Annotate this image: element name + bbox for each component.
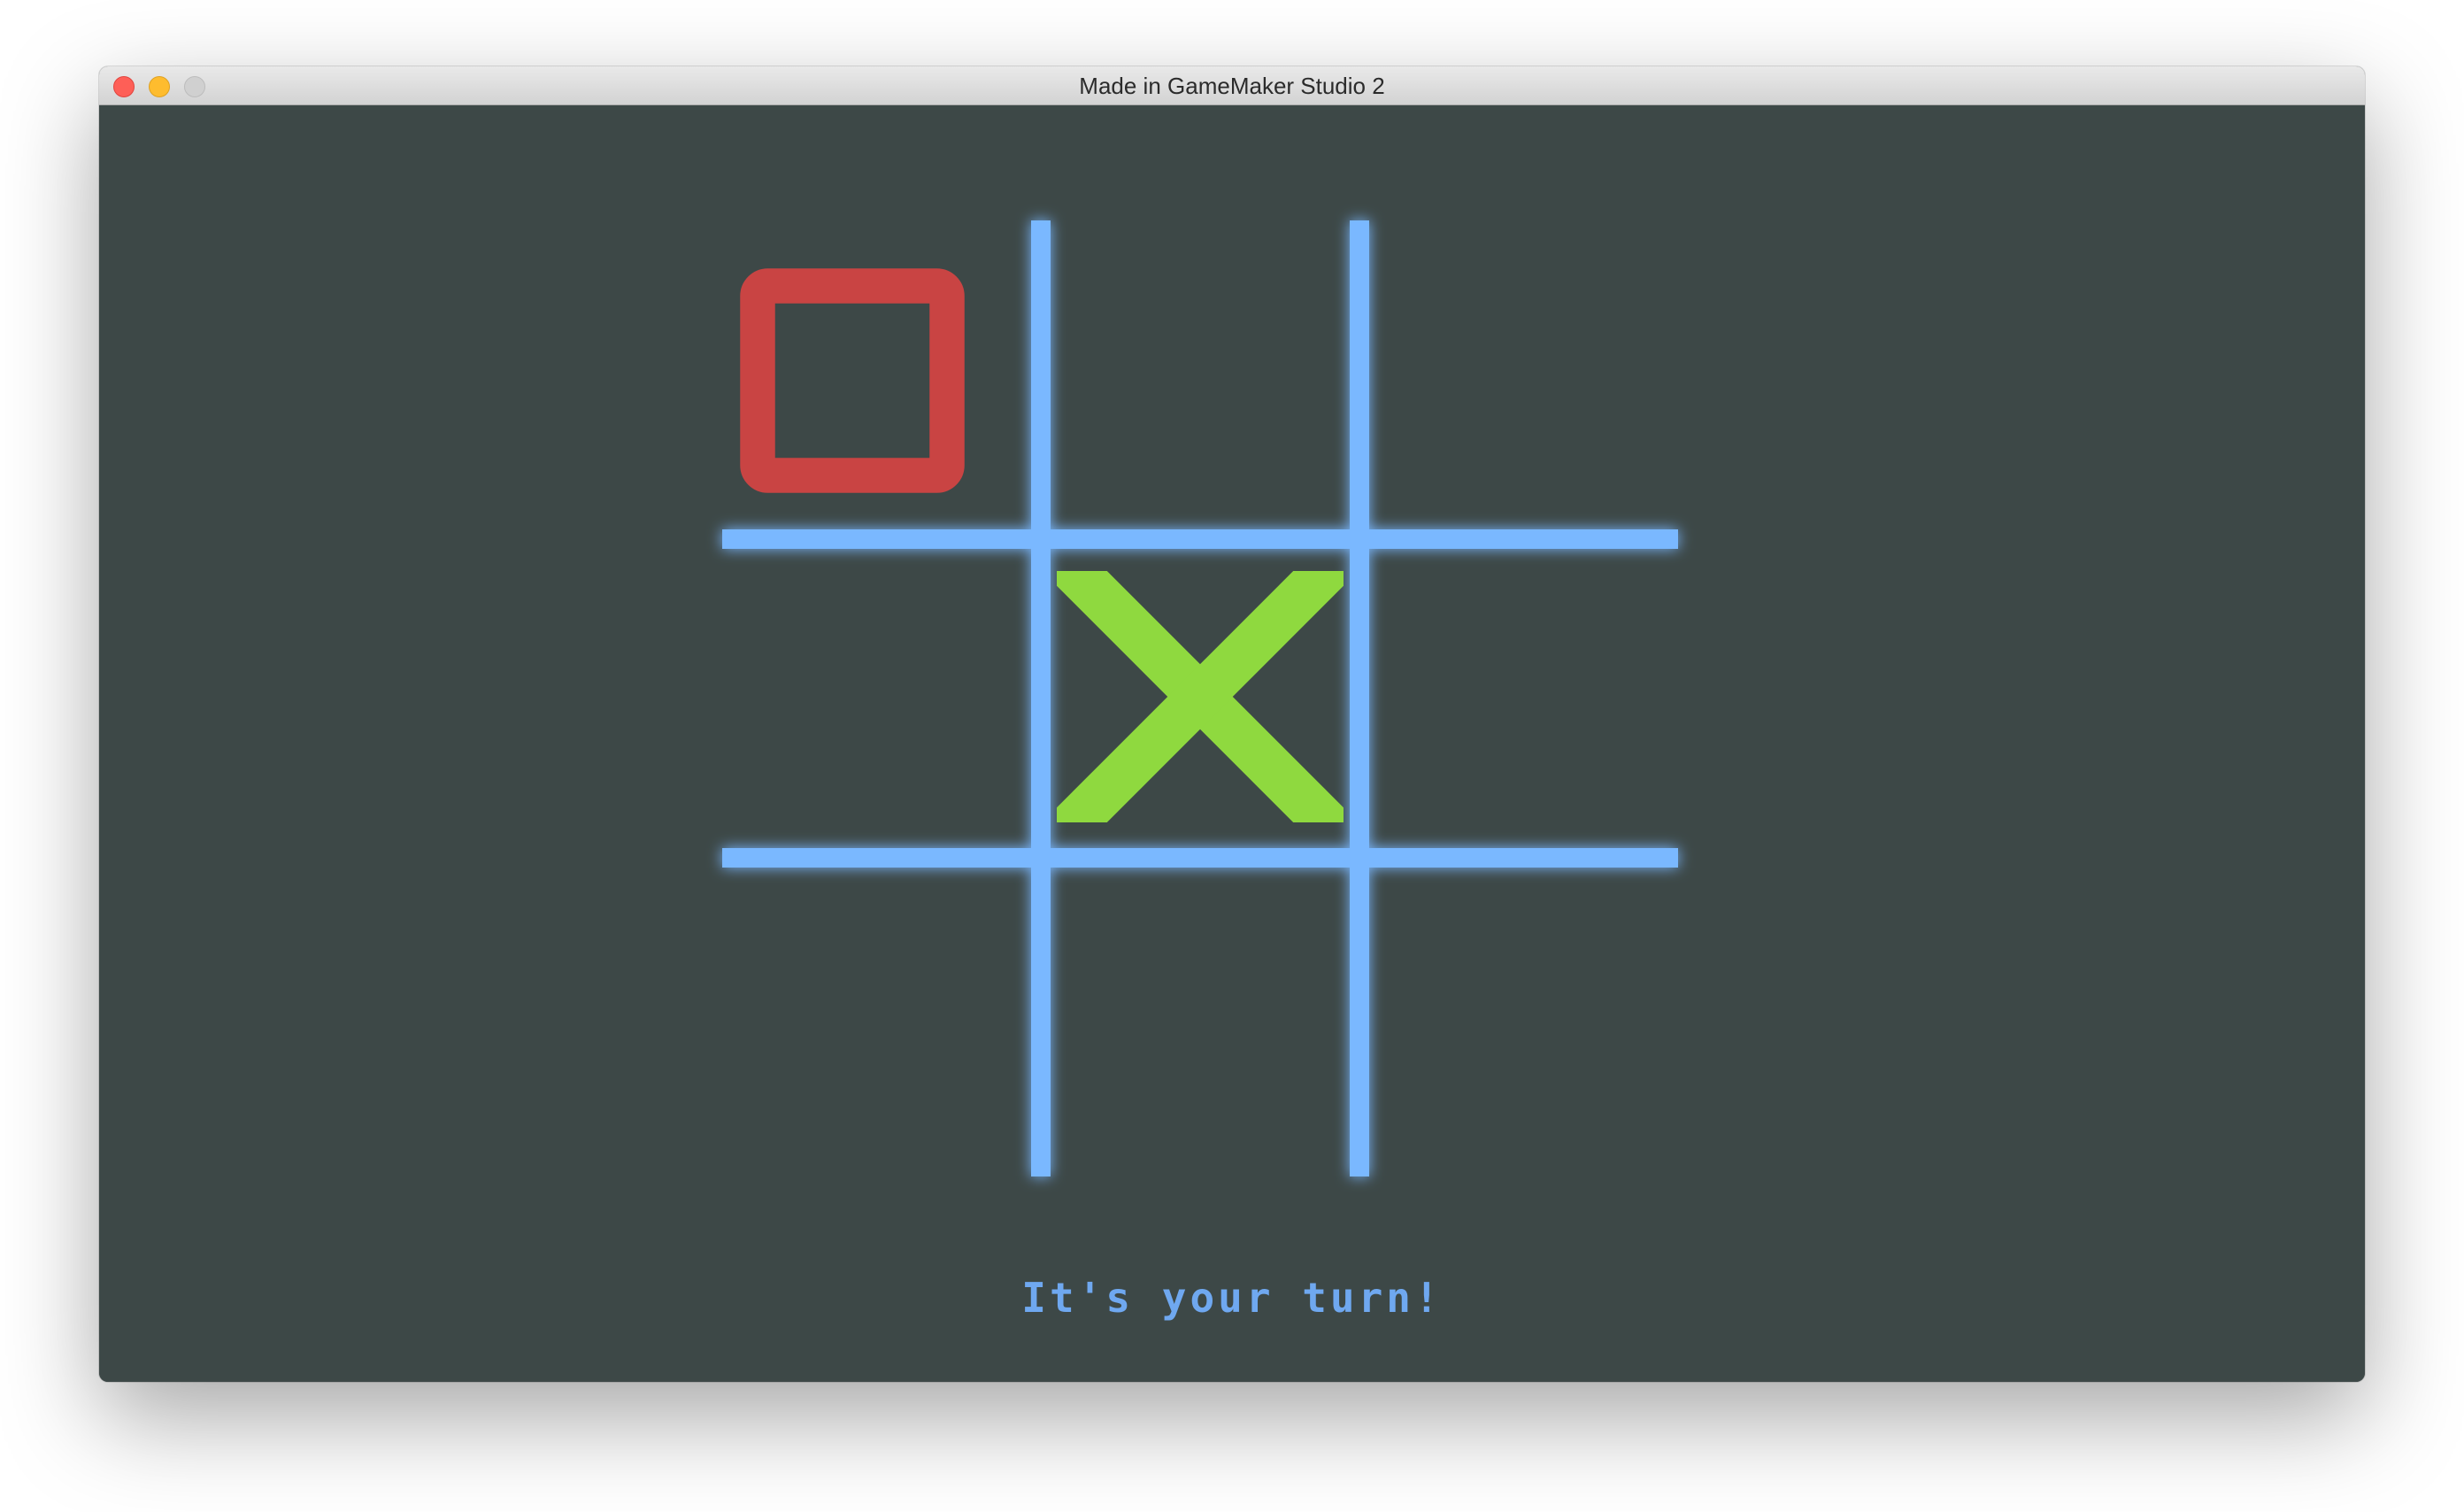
- board-cell-1-2[interactable]: [1359, 539, 1678, 858]
- board-cell-2-2[interactable]: [1359, 858, 1678, 1176]
- board-cell-0-1[interactable]: [1041, 220, 1359, 539]
- board-cell-1-0[interactable]: [722, 539, 1041, 858]
- board-cell-2-1[interactable]: [1041, 858, 1359, 1176]
- title-bar[interactable]: Made in GameMaker Studio 2: [99, 66, 2365, 105]
- game-canvas[interactable]: It's your turn!: [99, 105, 2365, 1382]
- board-cell-0-2[interactable]: [1359, 220, 1678, 539]
- board-cell-2-0[interactable]: [722, 858, 1041, 1176]
- board-cells[interactable]: [722, 220, 1678, 1176]
- tic-tac-toe-board[interactable]: [99, 105, 2365, 1382]
- game-window: Made in GameMaker Studio 2 It's your tur…: [99, 66, 2365, 1382]
- window-title: Made in GameMaker Studio 2: [1079, 73, 1385, 99]
- turn-status-text: It's your turn!: [1021, 1274, 1443, 1322]
